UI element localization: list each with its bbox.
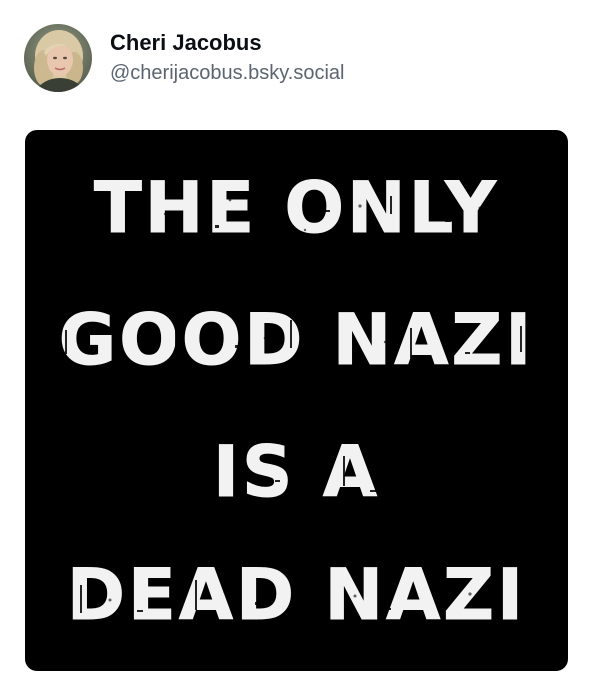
image-text-line-2: GOOD NAZI [58,299,535,381]
post-image[interactable]: THE ONLY GOOD NAZI IS A DEAD NAZI [25,130,568,671]
avatar-photo-icon [24,24,92,92]
image-text-line-1: THE ONLY [93,167,499,249]
author-handle[interactable]: @cherijacobus.bsky.social [110,60,344,86]
author-display-name[interactable]: Cheri Jacobus [110,30,344,56]
post-header: Cheri Jacobus @cherijacobus.bsky.social [24,24,344,92]
avatar[interactable] [24,24,92,92]
image-text-line-4: DEAD NAZI [66,554,527,636]
post-card: Cheri Jacobus @cherijacobus.bsky.social … [0,0,594,680]
image-text-line-3: IS A [212,431,380,513]
author-info: Cheri Jacobus @cherijacobus.bsky.social [110,30,344,86]
